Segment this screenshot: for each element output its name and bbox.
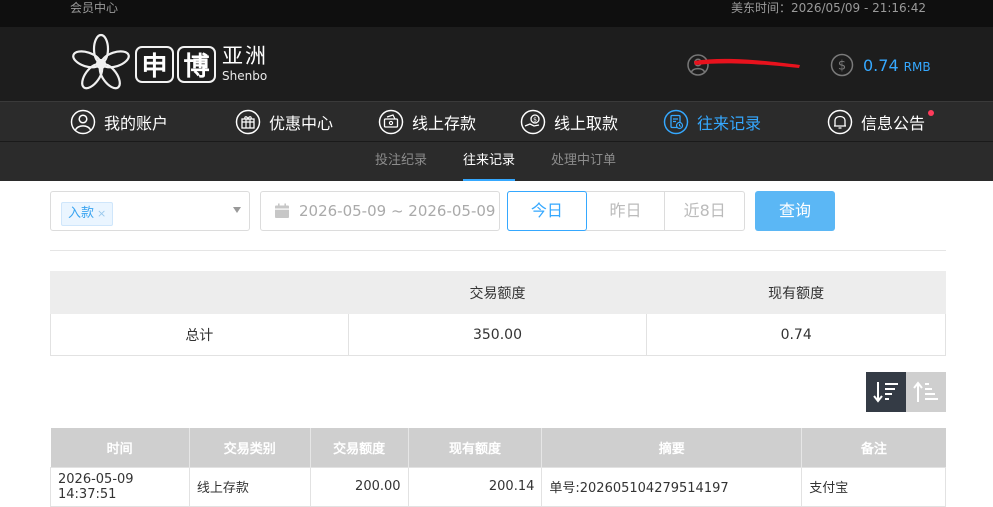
cell-summary: 单号:202605104279514197 [541, 466, 803, 507]
summary-header-row: 交易额度 现有额度 [50, 271, 946, 314]
records-icon [663, 109, 689, 135]
main-nav: 我的账户 优惠中心 线上存款 $ 线上取款 往来记录 信息公告 [0, 101, 993, 142]
sort-buttons [866, 372, 946, 412]
today-button[interactable]: 今日 [507, 191, 587, 231]
summary-total-balance: 0.74 [646, 313, 946, 356]
transactions-table: 时间 交易类别 交易额度 现有额度 摘要 备注 2026-05-09 14:37… [50, 428, 946, 507]
sort-ascending-icon [913, 381, 938, 402]
column-header[interactable]: 摘要 [541, 428, 803, 467]
selected-type-label: 入款 [68, 206, 95, 221]
deposit-icon [378, 109, 404, 135]
quick-date-group: 今日 昨日 近8日 [507, 191, 745, 231]
balance-currency: RMB [903, 59, 931, 74]
bell-icon [827, 109, 853, 135]
table-row: 2026-05-09 14:37:51 线上存款 200.00 200.14 单… [50, 466, 946, 507]
column-header[interactable]: 交易类别 [189, 428, 311, 467]
nav-label: 我的账户 [104, 114, 169, 133]
column-header[interactable]: 现有额度 [408, 428, 543, 467]
sub-nav: 投注纪录 往来记录 处理中订单 [0, 142, 993, 181]
logo-brand-text: 亚洲 Shenbo [222, 44, 268, 83]
last-8-days-button[interactable]: 近8日 [665, 192, 744, 230]
nav-online-withdraw[interactable]: $ 线上取款 [520, 108, 618, 136]
divider [50, 250, 946, 251]
dollar-coin-icon: $ [830, 53, 854, 77]
cell-time: 2026-05-09 14:37:51 [50, 466, 190, 507]
chevron-down-icon [233, 207, 241, 213]
cell-balance: 200.14 [407, 466, 543, 507]
logo-brand-en: Shenbo [222, 69, 268, 83]
transaction-type-select[interactable]: 入款 × [50, 191, 250, 231]
query-button[interactable]: 查询 [755, 191, 835, 231]
tab-transaction-records[interactable]: 往来记录 [463, 142, 516, 181]
date-range-value: 2026-05-09 ~ 2026-05-09 [299, 202, 496, 220]
balance-amount: 0.74 [863, 55, 899, 75]
sort-desc-button[interactable] [866, 372, 906, 412]
summary-total-row: 总计 350.00 0.74 [50, 313, 946, 356]
summary-header-cell [50, 271, 349, 314]
selected-type-tag: 入款 × [61, 202, 114, 226]
nav-label: 优惠中心 [269, 114, 334, 133]
calendar-icon [275, 203, 289, 218]
header: 申 博 亚洲 Shenbo $ 0.74 RMB [0, 27, 993, 101]
remove-tag-icon[interactable]: × [97, 207, 106, 220]
notification-dot [928, 110, 935, 116]
svg-text:$: $ [533, 116, 537, 123]
nav-transaction-records[interactable]: 往来记录 [663, 108, 761, 136]
table-header-row: 时间 交易类别 交易额度 现有额度 摘要 备注 [50, 428, 946, 467]
tab-bet-records[interactable]: 投注纪录 [375, 142, 427, 181]
member-center-link[interactable]: 会员中心 [70, 0, 118, 16]
logo-brand-cn: 亚洲 [222, 44, 268, 68]
filter-bar: 入款 × 2026-05-09 ~ 2026-05-09 今日 昨日 近8日 查询 [50, 191, 950, 231]
top-bar: 会员中心 美东时间：2026/05/09 - 21:16:42 [0, 0, 993, 27]
logo[interactable]: 申 博 亚洲 Shenbo [70, 33, 268, 95]
nav-label: 往来记录 [697, 114, 762, 133]
nav-announcements[interactable]: 信息公告 [827, 108, 935, 136]
logo-char-1: 申 [135, 45, 174, 83]
logo-char-2: 博 [177, 45, 216, 83]
account-icon [70, 109, 96, 135]
svg-text:$: $ [838, 59, 846, 74]
withdraw-icon: $ [520, 109, 546, 135]
nav-online-deposit[interactable]: 线上存款 [378, 108, 476, 136]
tab-pending-orders[interactable]: 处理中订单 [551, 142, 616, 181]
date-range-picker[interactable]: 2026-05-09 ~ 2026-05-09 [260, 191, 500, 231]
column-header[interactable]: 交易额度 [310, 428, 409, 467]
summary-table: 交易额度 现有额度 总计 350.00 0.74 [50, 271, 946, 356]
us-east-time: 美东时间：2026/05/09 - 21:16:42 [730, 1, 926, 15]
nav-promotions[interactable]: 优惠中心 [235, 108, 333, 136]
column-header[interactable]: 备注 [801, 428, 946, 467]
summary-header-cell: 交易额度 [347, 271, 648, 314]
sort-descending-icon [873, 382, 898, 403]
cell-amount: 200.00 [309, 466, 409, 507]
cell-remark: 支付宝 [801, 466, 946, 507]
summary-total-label: 总计 [50, 313, 349, 356]
redacted-username-mark [694, 58, 800, 68]
summary-total-transaction: 350.00 [347, 313, 648, 356]
nav-label: 线上存款 [412, 114, 477, 133]
summary-header-cell: 现有额度 [646, 271, 946, 314]
yesterday-button[interactable]: 昨日 [587, 192, 666, 230]
nav-label: 信息公告 [861, 114, 926, 133]
cell-type: 线上存款 [188, 466, 311, 507]
flower-logo-icon [72, 33, 130, 90]
gift-icon [235, 109, 261, 135]
nav-my-account[interactable]: 我的账户 [70, 108, 168, 136]
nav-label: 线上取款 [554, 114, 619, 133]
balance: $ 0.74 RMB [830, 53, 931, 77]
column-header[interactable]: 时间 [50, 428, 190, 467]
sort-asc-button[interactable] [906, 372, 946, 412]
